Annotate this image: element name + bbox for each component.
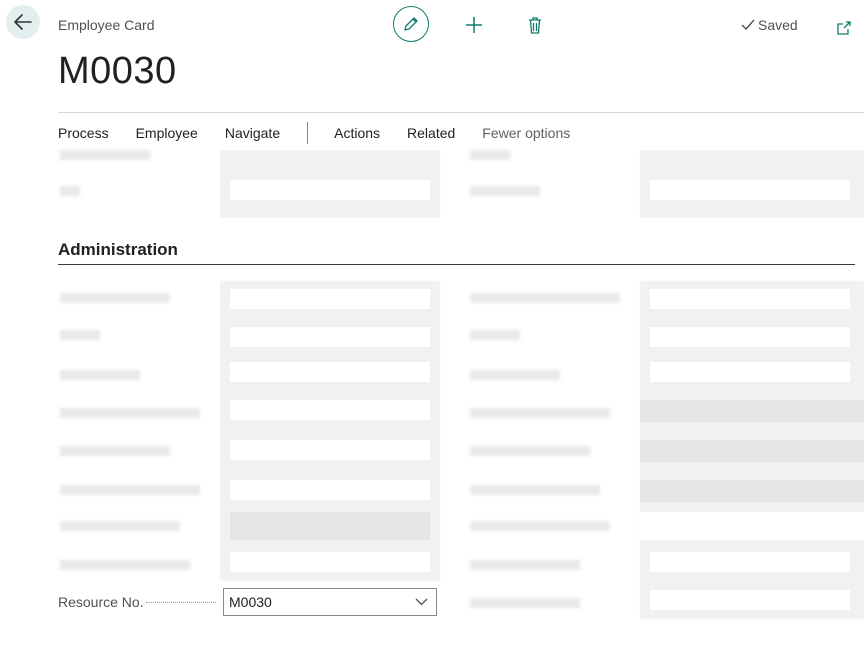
obscured-label bbox=[470, 330, 520, 340]
label-leader-dots bbox=[146, 602, 216, 603]
delete-button[interactable] bbox=[521, 11, 549, 39]
back-button[interactable] bbox=[6, 5, 40, 39]
obscured-label bbox=[470, 150, 510, 160]
obscured-field bbox=[230, 400, 430, 420]
obscured-field bbox=[650, 552, 850, 572]
obscured-label bbox=[60, 293, 170, 303]
obscured-field bbox=[230, 512, 430, 540]
trash-icon bbox=[529, 16, 541, 34]
obscured-field bbox=[650, 180, 850, 200]
page-title: M0030 bbox=[58, 50, 177, 92]
obscured-label bbox=[60, 186, 80, 196]
section-rule bbox=[58, 264, 855, 265]
obscured-label bbox=[60, 150, 150, 160]
action-fewer-options[interactable]: Fewer options bbox=[482, 125, 570, 141]
obscured-field bbox=[640, 512, 864, 540]
checkmark-icon bbox=[741, 19, 755, 31]
action-actions[interactable]: Actions bbox=[334, 125, 380, 141]
action-process[interactable]: Process bbox=[58, 125, 109, 141]
action-separator bbox=[307, 122, 309, 144]
obscured-label bbox=[60, 330, 100, 340]
action-related[interactable]: Related bbox=[407, 125, 455, 141]
obscured-label bbox=[470, 293, 620, 303]
obscured-field bbox=[230, 362, 430, 382]
obscured-label bbox=[470, 485, 600, 495]
obscured-label bbox=[470, 370, 560, 380]
section-title: Administration bbox=[58, 240, 178, 259]
resource-no-select[interactable]: M0030 bbox=[223, 588, 437, 616]
obscured-field bbox=[230, 327, 430, 347]
obscured-label bbox=[470, 408, 610, 418]
obscured-label bbox=[60, 521, 180, 531]
saved-status: Saved bbox=[741, 17, 798, 33]
header-divider bbox=[58, 112, 864, 113]
popout-button[interactable] bbox=[830, 14, 858, 42]
obscured-label bbox=[470, 186, 540, 196]
obscured-label bbox=[60, 408, 200, 418]
obscured-field bbox=[650, 590, 850, 610]
obscured-field bbox=[230, 480, 430, 500]
edit-button[interactable] bbox=[393, 6, 429, 42]
back-arrow-icon bbox=[14, 14, 32, 30]
action-navigate[interactable]: Navigate bbox=[225, 125, 280, 141]
obscured-field bbox=[640, 480, 864, 502]
action-bar: Process Employee Navigate Actions Relate… bbox=[58, 122, 597, 144]
obscured-field bbox=[640, 440, 864, 462]
obscured-label bbox=[60, 560, 190, 570]
obscured-field bbox=[640, 400, 864, 422]
obscured-label bbox=[470, 446, 590, 456]
obscured-label bbox=[470, 560, 580, 570]
resource-no-label: Resource No. bbox=[58, 594, 144, 610]
obscured-field bbox=[650, 327, 850, 347]
obscured-label bbox=[60, 485, 200, 495]
obscured-label bbox=[60, 446, 170, 456]
edit-pencil-icon bbox=[404, 17, 418, 31]
obscured-field bbox=[230, 440, 430, 460]
plus-icon bbox=[466, 17, 482, 33]
obscured-field bbox=[230, 289, 430, 309]
obscured-field bbox=[650, 362, 850, 382]
saved-label: Saved bbox=[758, 17, 798, 33]
page-kind-label: Employee Card bbox=[58, 17, 155, 33]
resource-no-value: M0030 bbox=[229, 594, 272, 610]
obscured-label bbox=[60, 370, 140, 380]
obscured-field bbox=[650, 289, 850, 309]
new-button[interactable] bbox=[460, 11, 488, 39]
obscured-label bbox=[470, 521, 610, 531]
obscured-field bbox=[230, 552, 430, 572]
obscured-field bbox=[230, 180, 430, 200]
action-employee[interactable]: Employee bbox=[136, 125, 198, 141]
obscured-label bbox=[470, 598, 580, 608]
chevron-down-icon bbox=[415, 598, 428, 606]
popout-icon bbox=[837, 21, 851, 35]
